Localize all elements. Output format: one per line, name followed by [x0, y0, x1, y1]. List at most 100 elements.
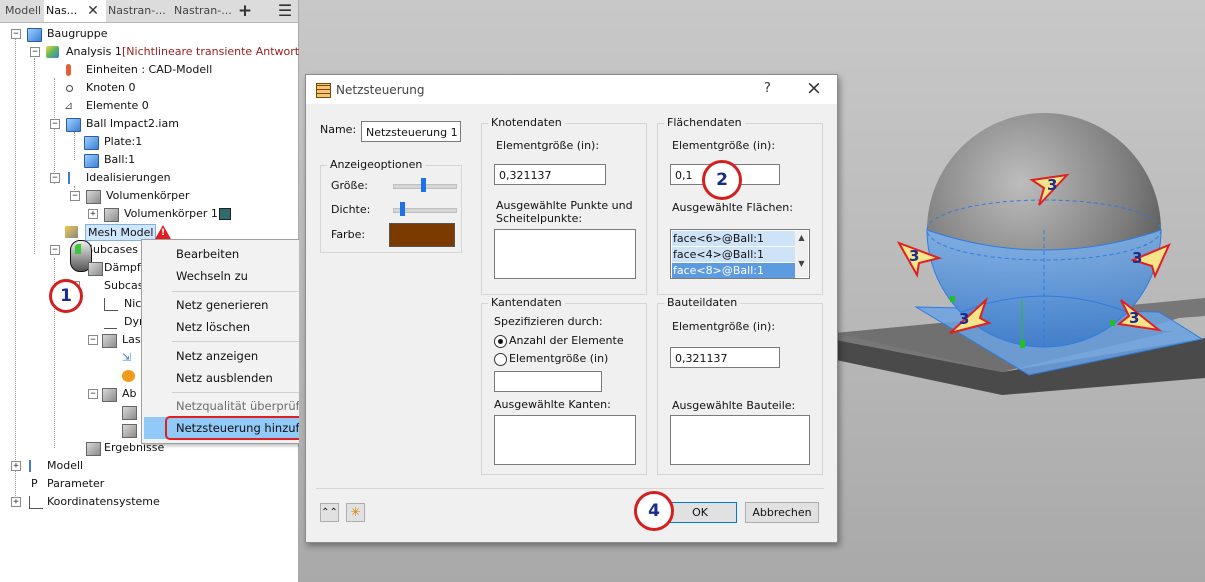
tab-nastran-3[interactable]: Nastran-...	[174, 0, 234, 22]
node-size-field[interactable]: 0,321137	[494, 164, 606, 185]
collapse-icon[interactable]: −	[88, 389, 98, 399]
help-icon[interactable]: ?	[764, 81, 771, 96]
radio-size-label[interactable]: Elementgröße (in)	[509, 352, 608, 365]
collapse-icon[interactable]: −	[11, 29, 21, 39]
tree-label: Knoten 0	[86, 81, 136, 94]
collapse-icon[interactable]: −	[30, 47, 40, 57]
part-size-field[interactable]: 0,321137	[670, 347, 780, 368]
add-tab-icon[interactable]: +	[236, 0, 254, 22]
tree-label: Las	[122, 333, 141, 346]
svg-text:3: 3	[959, 310, 969, 328]
nonlinear-icon	[104, 298, 118, 311]
edges-list[interactable]	[494, 415, 636, 465]
expand-icon[interactable]: +	[11, 497, 21, 507]
tree-label: Elemente 0	[86, 99, 149, 112]
radio-count-label[interactable]: Anzahl der Elemente	[509, 334, 624, 347]
callout-2: 2	[702, 160, 742, 200]
tree-label: Nic	[124, 297, 142, 310]
model-icon	[29, 460, 39, 472]
menu-item-label: Netz ausblenden	[176, 371, 273, 385]
points-label: Ausgewählte Punkte und Scheitelpunkte:	[496, 199, 633, 225]
callout-4: 4	[634, 491, 674, 531]
face-size-label: Elementgröße (in):	[672, 139, 776, 152]
menu-icon[interactable]: ☰	[276, 0, 294, 22]
tab-nastran-2[interactable]: Nastran-...	[108, 0, 168, 22]
tree-label: Volumenkörper	[106, 189, 190, 202]
collapse-icon[interactable]: −	[88, 335, 98, 345]
close-tab-icon[interactable]: ✕	[84, 0, 102, 22]
part-icon	[84, 154, 99, 168]
load-arrow-icon: ⇲	[122, 351, 132, 364]
cancel-button[interactable]: Abbrechen	[745, 502, 819, 523]
tree-label: Ab	[122, 387, 137, 400]
node-size-label: Elementgröße (in):	[496, 139, 600, 152]
menu-item-label: Netzqualität überprüfen	[176, 399, 315, 413]
display-options-group: Anzeigeoptionen Größe: Dichte: Farbe:	[320, 158, 462, 253]
tree-label: Subcases	[86, 243, 138, 256]
mesh-control-dialog: Netzsteuerung ? × Name: Netzsteuerung 1 …	[305, 74, 838, 543]
tree-label: Dämpf	[104, 261, 141, 274]
svg-text:3: 3	[1132, 249, 1142, 267]
idealization-icon	[68, 172, 78, 184]
node-point-icon	[66, 85, 73, 92]
collapse-icon[interactable]: −	[50, 119, 60, 129]
size-slider-thumb[interactable]	[421, 178, 426, 192]
edge-value-field[interactable]	[494, 371, 602, 392]
parts-label: Ausgewählte Bauteile:	[672, 399, 796, 412]
radio-count[interactable]	[494, 335, 507, 348]
solid-icon	[86, 190, 101, 204]
menu-item-label: Netz anzeigen	[176, 349, 259, 363]
tree-label: Modell	[47, 459, 84, 472]
collapse-dialog-button[interactable]: ⌃⌃	[320, 503, 339, 522]
density-label: Dichte:	[331, 203, 371, 216]
color-swatch[interactable]	[389, 223, 455, 247]
dialog-title: Netzsteuerung	[336, 83, 425, 97]
points-list[interactable]	[494, 229, 636, 279]
face-list-item-selected[interactable]: face<8>@Ball:1	[672, 263, 795, 278]
menu-item-label: Netz generieren	[176, 298, 269, 312]
mesh-icon	[65, 226, 78, 238]
constraint-icon	[102, 388, 117, 402]
name-label: Name:	[320, 123, 357, 136]
density-slider-thumb[interactable]	[400, 202, 405, 216]
assembly-icon	[66, 118, 81, 132]
group-title: Kantendaten	[488, 296, 565, 309]
constraint-icon	[122, 406, 137, 420]
element-icon: ⊿	[64, 99, 74, 112]
name-field[interactable]: Netzsteuerung 1	[361, 121, 461, 142]
collapse-icon[interactable]: −	[50, 173, 60, 183]
face-list-item[interactable]: face<6>@Ball:1	[672, 231, 795, 246]
close-icon[interactable]: ×	[806, 77, 822, 99]
expand-icon[interactable]: +	[88, 209, 98, 219]
analysis-icon	[46, 46, 59, 58]
size-label: Größe:	[331, 179, 368, 192]
tree-label: Plate:1	[104, 135, 143, 148]
grid-icon	[316, 83, 331, 98]
parts-list[interactable]	[670, 415, 810, 465]
coordinate-system-icon	[29, 496, 43, 509]
face-list-item[interactable]: face<4>@Ball:1	[672, 247, 795, 262]
parameter-icon: P	[31, 477, 38, 490]
tree-label: Einheiten : CAD-Modell	[86, 63, 213, 76]
collapse-icon[interactable]: −	[50, 245, 60, 255]
spec-label: Spezifizieren durch:	[494, 315, 603, 328]
faces-list-scrollbar[interactable]: ▲ ▼	[795, 231, 808, 277]
collapse-icon[interactable]: −	[70, 191, 80, 201]
edge-data-group: Kantendaten Spezifizieren durch: Anzahl …	[481, 296, 647, 475]
radio-size[interactable]	[494, 353, 507, 366]
tree-label: Koordinatensysteme	[47, 495, 160, 508]
settings-button[interactable]: ✳	[346, 503, 365, 522]
faces-list[interactable]: face<6>@Ball:1 face<4>@Ball:1 face<8>@Ba…	[670, 229, 810, 279]
tree-label: Subcas	[104, 279, 144, 292]
part-data-group: Bauteildaten Elementgröße (in): 0,321137…	[657, 296, 823, 475]
tree-label: Ball:1	[104, 153, 136, 166]
tree-label: Analysis 1	[66, 45, 122, 58]
dialog-titlebar[interactable]: Netzsteuerung ? ×	[306, 75, 837, 104]
tab-modell[interactable]: Modell	[0, 0, 48, 22]
part-icon	[84, 136, 99, 150]
expand-icon[interactable]: +	[11, 461, 21, 471]
ok-button[interactable]: OK	[663, 502, 737, 523]
browser-tab-bar: Modell Nas... ✕ Nastran-... Nastran-... …	[0, 0, 298, 23]
results-icon	[86, 442, 101, 456]
menu-item-label: Bearbeiten	[176, 247, 240, 261]
